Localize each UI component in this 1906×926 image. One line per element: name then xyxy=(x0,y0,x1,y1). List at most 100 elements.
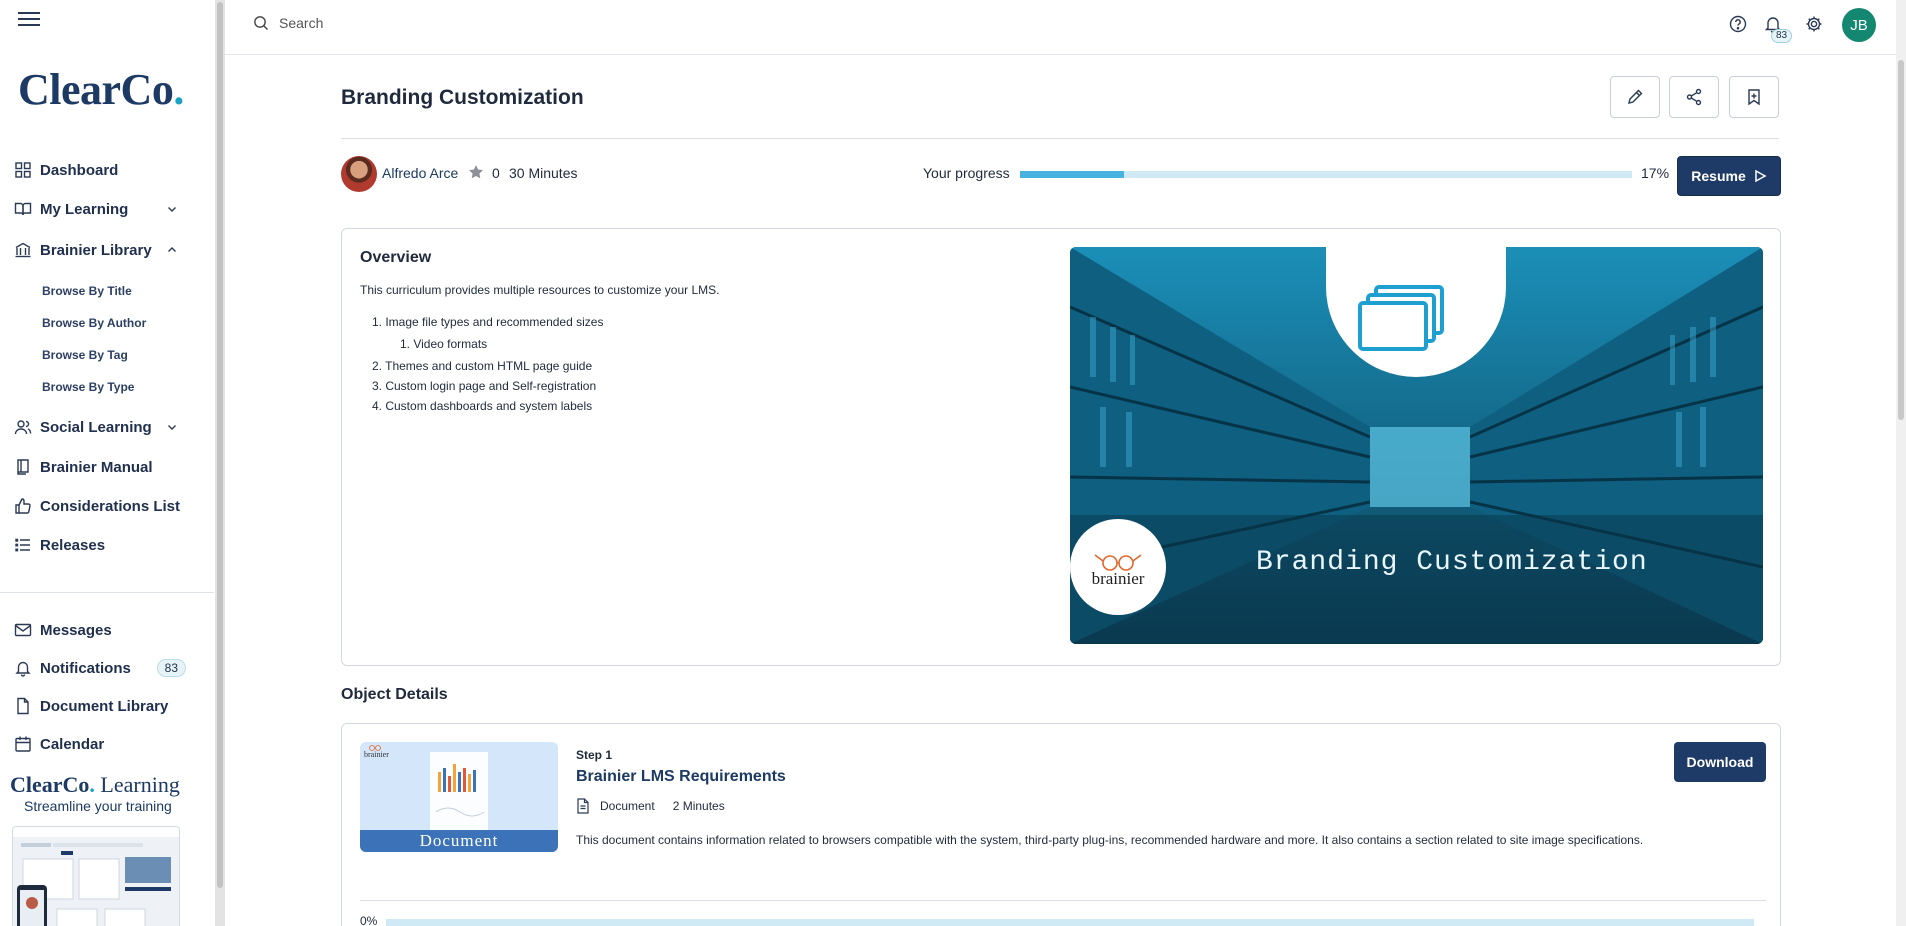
author-avatar xyxy=(341,156,377,192)
step-description: This document contains information relat… xyxy=(576,833,1644,847)
star-icon xyxy=(469,165,483,179)
clearco-logo: ClearCo. xyxy=(18,65,184,114)
gear-icon[interactable] xyxy=(1804,14,1824,34)
list-item: 1. Image file types and recommended size… xyxy=(372,315,604,329)
users-icon xyxy=(14,420,32,435)
nav-document-library-label: Document Library xyxy=(40,697,169,715)
search-icon xyxy=(254,16,268,30)
sub-browse-by-type[interactable]: Browse By Type xyxy=(42,380,134,394)
promo-tagline: Streamline your training xyxy=(24,798,172,814)
nav-messages-label: Messages xyxy=(40,621,112,639)
nav-dashboard[interactable]: Dashboard xyxy=(14,156,200,184)
page-scrollbar-thumb[interactable] xyxy=(1898,60,1904,420)
list-item: 2. Themes and custom HTML page guide xyxy=(372,359,593,373)
promo-screenshot[interactable] xyxy=(12,826,180,926)
sub-browse-by-author[interactable]: Browse By Author xyxy=(42,316,146,330)
step-title-link[interactable]: Brainier LMS Requirements xyxy=(576,768,786,786)
nav-my-learning-label: My Learning xyxy=(40,200,129,218)
nav-brainier-library[interactable]: Brainier Library xyxy=(14,236,200,264)
grid-icon xyxy=(15,162,31,178)
nav-notifications-label: Notifications xyxy=(40,659,131,677)
nav-releases[interactable]: Releases xyxy=(14,531,200,559)
share-icon xyxy=(1686,88,1702,106)
sidebar-scrollbar-thumb[interactable] xyxy=(217,2,223,888)
step-progress-bar xyxy=(386,919,1754,926)
nav-calendar-label: Calendar xyxy=(40,735,105,753)
cover-brand-logo: brainier xyxy=(1091,569,1145,588)
resume-button-label: Resume xyxy=(1691,168,1746,184)
course-cover-image: Branding Customization brainier xyxy=(1070,247,1763,644)
resume-button[interactable]: Resume xyxy=(1677,156,1781,196)
promo-logo: ClearCo. Learning xyxy=(10,772,180,797)
step-duration: 2 Minutes xyxy=(672,799,725,813)
nav-brainier-library-label: Brainier Library xyxy=(40,241,152,259)
nav-messages[interactable]: Messages xyxy=(14,616,200,644)
manual-icon xyxy=(17,459,29,475)
progress-percent: 17% xyxy=(1641,165,1670,181)
step-progress-percent: 0% xyxy=(360,914,378,926)
sub-browse-by-title[interactable]: Browse By Title xyxy=(42,284,132,298)
sidebar: ClearCo. Dashboard My Learning Brainier … xyxy=(0,0,214,926)
document-icon xyxy=(17,697,29,715)
notifications-count-badge: 83 xyxy=(156,659,186,677)
nav-considerations-list-label: Considerations List xyxy=(40,497,181,515)
play-icon xyxy=(1754,169,1767,183)
step-meta: Document 2 Minutes xyxy=(576,798,725,814)
nav-my-learning[interactable]: My Learning xyxy=(14,195,200,223)
nav-social-learning[interactable]: Social Learning xyxy=(14,413,200,441)
step-type: Document xyxy=(600,799,655,813)
download-button[interactable]: Download xyxy=(1674,742,1766,782)
menu-toggle-icon[interactable] xyxy=(18,12,40,28)
nav-releases-label: Releases xyxy=(40,536,106,554)
step-divider xyxy=(360,900,1766,901)
chevron-down-icon[interactable] xyxy=(166,203,178,215)
share-button[interactable] xyxy=(1669,76,1719,118)
nav-considerations-list[interactable]: Considerations List xyxy=(14,492,200,520)
overview-title: Overview xyxy=(360,249,432,266)
list-item: 3. Custom login page and Self-registrati… xyxy=(372,379,597,393)
chevron-up-icon[interactable] xyxy=(166,244,178,256)
thumbnail-brand: brainier xyxy=(364,750,389,759)
sub-browse-by-tag[interactable]: Browse By Tag xyxy=(42,348,128,362)
author-link[interactable]: Alfredo Arce xyxy=(382,165,458,181)
pencil-icon xyxy=(1628,89,1643,104)
nav-notifications[interactable]: Notifications 83 xyxy=(14,654,200,682)
step-thumbnail[interactable]: brainier Document xyxy=(360,742,558,852)
course-progress-bar xyxy=(1020,171,1632,178)
cover-image-title: Branding Customization xyxy=(1256,547,1648,578)
bell-icon xyxy=(15,661,31,677)
list-icon xyxy=(15,538,30,552)
app: ClearCo. Dashboard My Learning Brainier … xyxy=(0,0,1906,926)
search-box[interactable] xyxy=(253,12,553,34)
nav-document-library[interactable]: Document Library xyxy=(14,692,200,720)
page-title: Branding Customization xyxy=(341,86,584,109)
overview-description: This curriculum provides multiple resour… xyxy=(360,283,720,297)
edit-button[interactable] xyxy=(1610,76,1660,118)
topbar-notifications-badge: 83 xyxy=(1771,29,1793,43)
course-progress-fill xyxy=(1020,171,1125,178)
thumbs-up-icon xyxy=(15,498,31,514)
step-label: Step 1 xyxy=(576,748,613,762)
calendar-icon xyxy=(15,736,31,752)
overview-card: Overview This curriculum provides multip… xyxy=(341,228,1781,666)
title-divider xyxy=(341,138,1779,139)
step-card: brainier Document Step 1 Brainier LMS Re… xyxy=(341,723,1781,926)
nav-dashboard-label: Dashboard xyxy=(40,161,119,179)
progress-label: Your progress xyxy=(923,165,1010,181)
user-avatar[interactable]: JB xyxy=(1842,8,1876,42)
object-details-title: Object Details xyxy=(341,686,448,703)
rating-value: 0 xyxy=(492,165,500,181)
bookmark-plus-icon xyxy=(1748,89,1760,106)
nav-calendar[interactable]: Calendar xyxy=(14,730,200,758)
book-open-icon xyxy=(14,202,32,216)
chevron-down-icon[interactable] xyxy=(166,421,178,433)
nav-brainier-manual-label: Brainier Manual xyxy=(40,458,153,476)
help-icon[interactable] xyxy=(1728,14,1748,34)
mail-icon xyxy=(14,623,32,637)
thumbnail-label: Document xyxy=(360,830,558,852)
document-icon xyxy=(577,798,589,814)
bookmark-button[interactable] xyxy=(1729,76,1779,118)
nav-brainier-manual[interactable]: Brainier Manual xyxy=(14,453,200,481)
search-input[interactable] xyxy=(279,15,539,31)
library-icon xyxy=(15,242,31,258)
